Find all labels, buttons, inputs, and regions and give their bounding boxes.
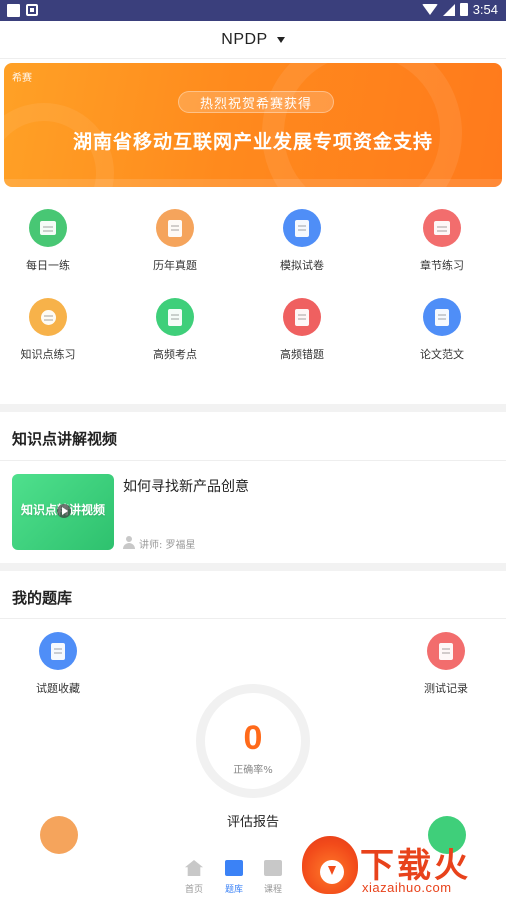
promo-banner[interactable]: 希赛 热烈祝贺希赛获得 湖南省移动互联网产业发展专项资金支持 xyxy=(4,63,502,187)
lightbulb-icon xyxy=(29,298,67,336)
grid-item-label: 模拟试卷 xyxy=(280,259,324,272)
grid-item-label: 论文范文 xyxy=(420,348,464,361)
grid-item-label: 知识点练习 xyxy=(20,348,76,361)
accuracy-label: 正确率% xyxy=(233,765,273,776)
flame-logo-icon xyxy=(302,836,358,894)
books-icon xyxy=(264,860,282,876)
bank-section-title: 我的题库 xyxy=(12,589,73,607)
watermark-url: xiazaihuo.com xyxy=(362,880,452,895)
grid-item-high-freq-mistakes[interactable]: 高频错题 xyxy=(252,298,352,362)
play-icon xyxy=(57,504,71,518)
grid-item-label: 高频错题 xyxy=(280,348,324,361)
test-records-button[interactable]: 测试记录 xyxy=(401,632,491,696)
scroll-icon xyxy=(283,209,321,247)
signal-icon xyxy=(442,3,455,16)
grid-item-past-exams[interactable]: 历年真题 xyxy=(125,209,225,273)
status-bar: 3:54 xyxy=(0,0,506,21)
tab-question-bank[interactable]: 题库 xyxy=(214,858,254,895)
dropdown-caret-icon xyxy=(276,36,285,43)
page-title: NPDP xyxy=(221,30,268,48)
divider xyxy=(0,460,506,461)
assessment-report-button[interactable]: 评估报告 xyxy=(203,811,303,830)
user-icon xyxy=(123,536,135,549)
grid-item-knowledge-practice[interactable]: 知识点练习 xyxy=(0,298,98,362)
video-thumbnail: 知识点精讲视频 xyxy=(12,474,114,550)
crown-book-icon xyxy=(156,298,194,336)
grid-item-label: 高频考点 xyxy=(153,348,197,361)
tab-home[interactable]: 首页 xyxy=(174,858,214,895)
bookmark-book-icon xyxy=(156,209,194,247)
tab-label: 首页 xyxy=(184,885,203,895)
pen-book-icon xyxy=(283,298,321,336)
subject-selector[interactable]: NPDP xyxy=(0,21,506,59)
grid-item-label: 历年真题 xyxy=(153,259,197,272)
video-title: 如何寻找新产品创意 xyxy=(123,479,249,495)
grid-item-label: 章节练习 xyxy=(420,259,464,272)
favorites-button[interactable]: 试题收藏 xyxy=(13,632,103,696)
home-icon xyxy=(185,860,203,876)
video-lecturer: 讲师: 罗福星 xyxy=(139,540,196,551)
notification-icon xyxy=(7,4,20,17)
records-label: 测试记录 xyxy=(424,682,468,695)
tab-label: 课程 xyxy=(263,885,282,895)
grid-item-essay-samples[interactable]: 论文范文 xyxy=(392,298,492,362)
tab-label: 题库 xyxy=(224,885,243,895)
banner-pill-text: 热烈祝贺希赛获得 xyxy=(178,91,334,113)
clipboard-icon[interactable] xyxy=(40,816,78,854)
bottom-tab-bar: 首页 题库 课程 xyxy=(170,858,310,900)
favorites-label: 试题收藏 xyxy=(36,682,80,695)
accuracy-value: 0 xyxy=(243,719,263,757)
calendar-icon xyxy=(29,209,67,247)
image-notification-icon xyxy=(26,4,38,16)
battery-icon xyxy=(459,3,468,16)
status-time: 3:54 xyxy=(472,2,498,17)
section-divider xyxy=(0,404,506,412)
site-watermark: 下载火 xiazaihuo.com xyxy=(298,832,506,900)
grid-item-daily-practice[interactable]: 每日一练 xyxy=(0,209,98,273)
wifi-icon xyxy=(421,4,438,15)
grid-item-label: 每日一练 xyxy=(26,259,70,272)
section-divider xyxy=(0,563,506,571)
layers-icon xyxy=(423,209,461,247)
divider xyxy=(0,618,506,619)
banner-logo: 希赛 xyxy=(12,73,32,84)
grid-item-chapter-practice[interactable]: 章节练习 xyxy=(392,209,492,273)
clipboard-list-icon xyxy=(427,632,465,670)
grid-item-mock-papers[interactable]: 模拟试卷 xyxy=(252,209,352,273)
pencil-icon xyxy=(225,860,243,876)
banner-headline: 湖南省移动互联网产业发展专项资金支持 xyxy=(72,131,433,153)
accuracy-gauge: 0 正确率% xyxy=(196,684,310,798)
feature-grid: 每日一练 历年真题 模拟试卷 章节练习 知识点练习 高频考点 高频错题 论文范文 xyxy=(0,200,506,390)
clipboard-star-icon xyxy=(39,632,77,670)
video-section-title: 知识点讲解视频 xyxy=(12,430,118,448)
tab-courses[interactable]: 课程 xyxy=(253,858,293,895)
document-icon xyxy=(423,298,461,336)
grid-item-high-freq-points[interactable]: 高频考点 xyxy=(125,298,225,362)
